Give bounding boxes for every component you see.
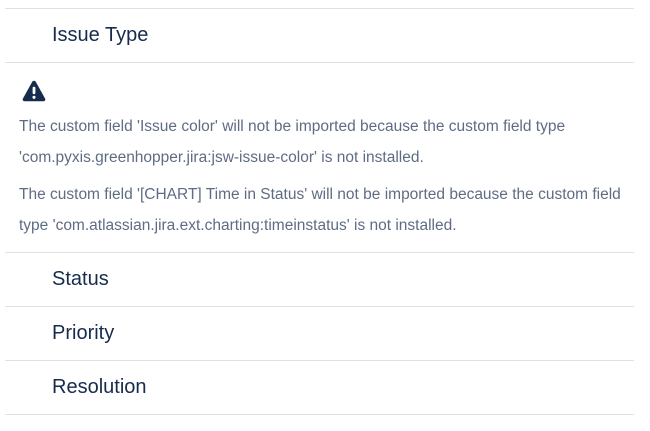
warning-icon: [22, 80, 46, 102]
warning-block: The custom field 'Issue color' will not …: [5, 63, 634, 252]
warning-message-time-in-status: The custom field '[CHART] Time in Status…: [19, 186, 621, 234]
import-mapping-panel: Issue Type The custom field 'Issue color…: [5, 8, 634, 415]
section-priority[interactable]: Priority: [5, 307, 634, 360]
warning-message-issue-color: The custom field 'Issue color' will not …: [19, 118, 566, 166]
section-issue-type[interactable]: Issue Type: [5, 9, 634, 62]
divider: [5, 414, 634, 415]
section-status[interactable]: Status: [5, 253, 634, 306]
section-resolution[interactable]: Resolution: [5, 361, 634, 414]
